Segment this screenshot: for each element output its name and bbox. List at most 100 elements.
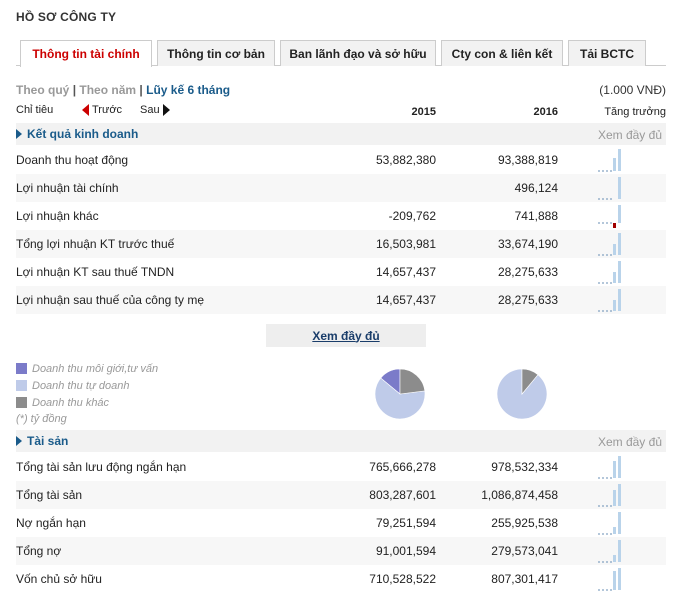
arrow-left-icon bbox=[82, 104, 89, 116]
value-2015: 14,657,437 bbox=[375, 265, 436, 279]
value-2015: 765,666,278 bbox=[369, 460, 436, 474]
growth-sparkline bbox=[598, 568, 621, 591]
period-year-link[interactable]: Theo năm bbox=[79, 83, 136, 97]
value-2016: 279,573,041 bbox=[491, 544, 558, 558]
prev-button[interactable]: Trước bbox=[82, 104, 122, 116]
pie-slice-3 bbox=[399, 368, 426, 395]
next-button[interactable]: Sau bbox=[140, 104, 170, 116]
period-quarter-link[interactable]: Theo quý bbox=[16, 83, 69, 97]
section-assets: Tài sản Xem đầy đủ bbox=[16, 430, 666, 452]
year-2016-header: 2016 bbox=[533, 106, 558, 118]
unit-label: (1.000 VNĐ) bbox=[599, 83, 666, 97]
growth-sparkline bbox=[598, 149, 621, 172]
value-2015: 803,287,601 bbox=[369, 488, 436, 502]
row-label: Lợi nhuận KT sau thuế TNDN bbox=[16, 265, 175, 279]
row-label: Vốn chủ sở hữu bbox=[16, 572, 102, 586]
table-row: Doanh thu hoạt động 53,882,380 93,388,81… bbox=[16, 146, 666, 174]
row-label: Tổng lợi nhuận KT trước thuế bbox=[16, 237, 175, 251]
table-row: Lợi nhuận khác -209,762 741,888 bbox=[16, 202, 666, 230]
table-row: Tổng nợ 91,001,594 279,573,041 bbox=[16, 537, 666, 565]
growth-sparkline bbox=[598, 233, 621, 256]
value-2016: 93,388,819 bbox=[497, 153, 558, 167]
growth-sparkline bbox=[598, 456, 621, 479]
period-cumulative-link[interactable]: Lũy kế 6 tháng bbox=[146, 83, 230, 97]
section-title[interactable]: Tài sản bbox=[16, 434, 68, 448]
tab-subsidiaries[interactable]: Cty con & liên kết bbox=[441, 40, 563, 66]
growth-sparkline bbox=[598, 205, 621, 228]
unit-note: (*) tỷ đồng bbox=[16, 413, 67, 425]
row-label: Tổng tài sản bbox=[16, 488, 83, 502]
see-full-link[interactable]: Xem đầy đủ bbox=[598, 128, 662, 142]
section-title[interactable]: Kết quả kinh doanh bbox=[16, 127, 138, 141]
legend-swatch bbox=[16, 363, 27, 374]
legend-item: Doanh thu khác bbox=[16, 394, 158, 411]
value-2016: 978,532,334 bbox=[491, 460, 558, 474]
tab-leadership-ownership[interactable]: Ban lãnh đạo và sở hữu bbox=[280, 40, 436, 66]
legend-item: Doanh thu môi giới,tư vấn bbox=[16, 360, 158, 377]
value-2015: 710,528,522 bbox=[369, 572, 436, 586]
legend-label: Doanh thu môi giới,tư vấn bbox=[32, 362, 159, 375]
value-2015: 53,882,380 bbox=[375, 153, 436, 167]
row-label: Lợi nhuận sau thuế của công ty mẹ bbox=[16, 293, 204, 307]
tab-financial-info[interactable]: Thông tin tài chính bbox=[20, 40, 152, 67]
table-row: Lợi nhuận tài chính 496,124 bbox=[16, 174, 666, 202]
value-2015: 91,001,594 bbox=[375, 544, 436, 558]
year-2015-header: 2015 bbox=[411, 106, 436, 118]
row-label: Lợi nhuận tài chính bbox=[16, 181, 119, 195]
triangle-right-icon bbox=[16, 129, 22, 139]
row-label: Nợ ngắn hạn bbox=[16, 516, 86, 530]
row-label: Doanh thu hoạt động bbox=[16, 153, 129, 167]
page-title: HỒ SƠ CÔNG TY bbox=[16, 10, 117, 24]
growth-sparkline bbox=[598, 177, 621, 200]
value-2015: 16,503,981 bbox=[375, 237, 436, 251]
legend-swatch bbox=[16, 397, 27, 408]
value-2016: 28,275,633 bbox=[497, 293, 558, 307]
value-2016: 807,301,417 bbox=[491, 572, 558, 586]
table-row: Tổng tài sản lưu động ngắn hạn 765,666,2… bbox=[16, 453, 666, 481]
section-title-label: Tài sản bbox=[27, 434, 69, 448]
tab-bar: Thông tin tài chính Thông tin cơ bản Ban… bbox=[16, 40, 666, 67]
table-row: Lợi nhuận KT sau thuế TNDN 14,657,437 28… bbox=[16, 258, 666, 286]
legend-label: Doanh thu tự doanh bbox=[32, 379, 130, 392]
growth-sparkline bbox=[598, 261, 621, 284]
tab-download-reports[interactable]: Tải BCTC bbox=[568, 40, 646, 66]
pie-chart-2015 bbox=[374, 368, 426, 420]
section-title-label: Kết quả kinh doanh bbox=[27, 127, 139, 141]
prev-label: Trước bbox=[92, 104, 123, 116]
growth-sparkline bbox=[598, 484, 621, 507]
arrow-right-icon bbox=[162, 104, 170, 116]
table-row: Lợi nhuận sau thuế của công ty mẹ 14,657… bbox=[16, 286, 666, 314]
legend-swatch bbox=[16, 380, 27, 391]
tab-basic-info[interactable]: Thông tin cơ bản bbox=[157, 40, 275, 66]
period-selector: Theo quý | Theo năm | Lũy kế 6 tháng bbox=[16, 83, 230, 97]
growth-header: Tăng trưởng bbox=[604, 106, 666, 118]
table-row: Vốn chủ sở hữu 710,528,522 807,301,417 bbox=[16, 565, 666, 593]
section-business-results: Kết quả kinh doanh Xem đầy đủ bbox=[16, 123, 666, 145]
next-label: Sau bbox=[140, 104, 160, 116]
value-2015: -209,762 bbox=[388, 209, 436, 223]
triangle-right-icon bbox=[16, 436, 22, 446]
pie-legend: Doanh thu môi giới,tư vấn Doanh thu tự d… bbox=[16, 360, 158, 428]
table-header: Chỉ tiêu Trước Sau 2015 2016 Tăng trưởng bbox=[16, 104, 666, 118]
pie-chart-2016 bbox=[496, 368, 548, 420]
period-separator: | bbox=[139, 83, 143, 97]
table-row: Tổng tài sản 803,287,601 1,086,874,458 bbox=[16, 481, 666, 509]
growth-sparkline bbox=[598, 512, 621, 535]
growth-sparkline bbox=[598, 540, 621, 563]
legend-label: Doanh thu khác bbox=[32, 396, 110, 409]
indicator-header: Chỉ tiêu bbox=[16, 104, 54, 116]
value-2016: 1,086,874,458 bbox=[481, 488, 558, 502]
see-full-button[interactable]: Xem đầy đủ bbox=[266, 324, 426, 347]
value-2016: 255,925,538 bbox=[491, 516, 558, 530]
row-label: Tổng tài sản lưu động ngắn hạn bbox=[16, 460, 187, 474]
value-2015: 79,251,594 bbox=[375, 516, 436, 530]
value-2016: 28,275,633 bbox=[497, 265, 558, 279]
value-2016: 741,888 bbox=[514, 209, 558, 223]
growth-sparkline bbox=[598, 289, 621, 312]
period-separator: | bbox=[72, 83, 77, 97]
value-2015: 14,657,437 bbox=[375, 293, 436, 307]
row-label: Lợi nhuận khác bbox=[16, 209, 99, 223]
see-full-link[interactable]: Xem đầy đủ bbox=[598, 435, 662, 449]
legend-item: Doanh thu tự doanh bbox=[16, 377, 158, 394]
value-2016: 496,124 bbox=[514, 181, 558, 195]
